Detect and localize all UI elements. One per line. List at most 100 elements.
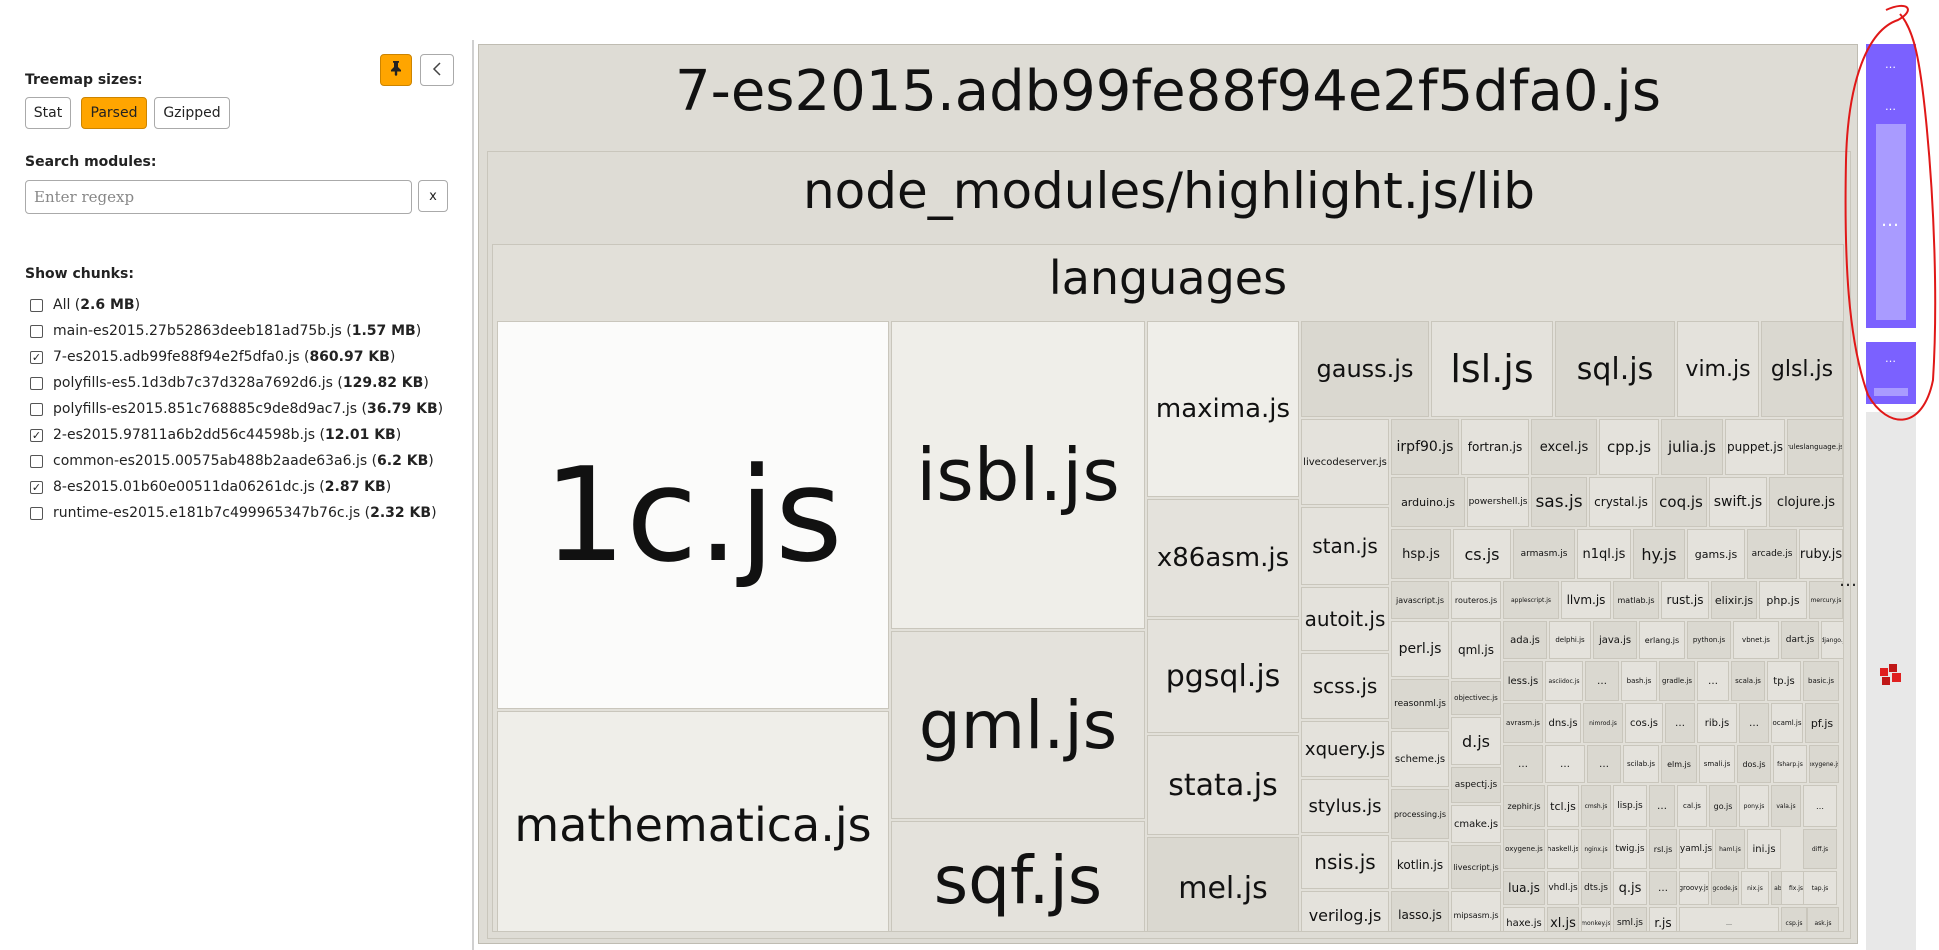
- module-tile[interactable]: cmake.js: [1451, 805, 1501, 843]
- module-tile[interactable]: gams.js: [1687, 529, 1745, 579]
- search-input[interactable]: [25, 180, 412, 214]
- module-tile[interactable]: scilab.js: [1623, 745, 1659, 783]
- module-tile[interactable]: xquery.js: [1301, 721, 1389, 777]
- module-tile[interactable]: yaml.js: [1679, 829, 1713, 869]
- module-tile[interactable]: dns.js: [1545, 703, 1581, 743]
- module-tile[interactable]: rust.js: [1661, 581, 1709, 619]
- module-tile[interactable]: …: [1587, 745, 1621, 783]
- module-tile[interactable]: nix.js: [1741, 871, 1769, 905]
- module-tile[interactable]: armasm.js: [1513, 529, 1575, 579]
- module-tile[interactable]: …: [1545, 745, 1585, 783]
- chunk-item[interactable]: ✓ 2-es2015.97811a6b2dd56c44598b.js (12.01…: [30, 425, 401, 445]
- module-tile[interactable]: dos.js: [1737, 745, 1771, 783]
- module-tile[interactable]: cpp.js: [1599, 419, 1659, 475]
- module-tile[interactable]: arduino.js: [1391, 477, 1465, 527]
- module-tile[interactable]: stylus.js: [1301, 779, 1389, 833]
- module-tile[interactable]: perl.js: [1391, 621, 1449, 677]
- module-tile[interactable]: haskell.js: [1547, 829, 1579, 869]
- module-tile[interactable]: …: [1585, 661, 1619, 701]
- module-tile[interactable]: smali.js: [1699, 745, 1735, 783]
- module-tile[interactable]: javascript.js: [1391, 581, 1449, 619]
- module-tile[interactable]: bash.js: [1621, 661, 1657, 701]
- module-tile[interactable]: mipsasm.js: [1451, 891, 1501, 931]
- module-tile[interactable]: tap.js: [1803, 871, 1837, 905]
- module-tile[interactable]: objectivec.js: [1451, 681, 1501, 715]
- module-tile[interactable]: cs.js: [1453, 529, 1511, 579]
- module-tile[interactable]: twig.js: [1613, 829, 1647, 869]
- module-tile[interactable]: scala.js: [1731, 661, 1765, 701]
- module-tile[interactable]: …: [1503, 745, 1543, 783]
- chunk-checkbox[interactable]: ✓: [30, 480, 43, 494]
- module-tile[interactable]: nginx.js: [1581, 829, 1611, 869]
- module-tile[interactable]: asciidoc.js: [1545, 661, 1583, 701]
- folder-tile[interactable]: node_modules/highlight.js/lib languages …: [487, 151, 1851, 939]
- module-tile[interactable]: java.js: [1593, 621, 1637, 659]
- module-tile[interactable]: vhdl.js: [1547, 871, 1579, 905]
- module-tile[interactable]: aspectj.js: [1451, 767, 1501, 803]
- module-tile[interactable]: haml.js: [1715, 829, 1745, 869]
- module-tile[interactable]: mel.js: [1147, 837, 1299, 931]
- module-tile[interactable]: r.js: [1649, 907, 1677, 931]
- chunk-item[interactable]: All (2.6 MB): [30, 295, 140, 315]
- module-tile[interactable]: applescript.js: [1503, 581, 1559, 619]
- module-tile[interactable]: 1c.js: [497, 321, 889, 709]
- module-tile[interactable]: mathematica.js: [497, 711, 889, 931]
- chunk-checkbox[interactable]: [30, 324, 43, 338]
- module-tile[interactable]: haxe.js: [1503, 907, 1545, 931]
- module-tile[interactable]: sqf.js: [891, 821, 1145, 931]
- module-tile[interactable]: ini.js: [1747, 829, 1781, 869]
- module-tile[interactable]: glsl.js: [1761, 321, 1843, 417]
- module-tile[interactable]: sml.js: [1613, 907, 1647, 931]
- module-tile[interactable]: pgsql.js: [1147, 619, 1299, 733]
- chunk-item[interactable]: polyfills-es2015.851c768885c9de8d9ac7.js…: [30, 399, 443, 419]
- module-tile[interactable]: tp.js: [1767, 661, 1801, 701]
- module-tile[interactable]: livescript.js: [1451, 845, 1501, 889]
- module-tile[interactable]: clojure.js: [1769, 477, 1843, 527]
- module-tile[interactable]: reasonml.js: [1391, 679, 1449, 729]
- clear-search-button[interactable]: x: [418, 180, 448, 212]
- module-tile[interactable]: ocaml.js: [1771, 703, 1803, 743]
- module-tile[interactable]: elixir.js: [1711, 581, 1757, 619]
- treemap[interactable]: 7-es2015.adb99fe88f94e2f5dfa0.js node_mo…: [478, 44, 1858, 944]
- module-tile[interactable]: fortran.js: [1461, 419, 1529, 475]
- module-tile[interactable]: lsl.js: [1431, 321, 1553, 417]
- module-tile[interactable]: …: [1649, 871, 1677, 905]
- module-tile[interactable]: gauss.js: [1301, 321, 1429, 417]
- module-tile[interactable]: lua.js: [1503, 871, 1545, 905]
- module-tile[interactable]: hsp.js: [1391, 529, 1451, 579]
- module-tile[interactable]: gradle.js: [1659, 661, 1695, 701]
- module-tile[interactable]: cal.js: [1677, 785, 1707, 827]
- module-tile[interactable]: zephir.js: [1503, 785, 1545, 827]
- module-tile[interactable]: …: [1803, 785, 1837, 827]
- module-tile[interactable]: …: [1665, 703, 1695, 743]
- module-tile[interactable]: julia.js: [1661, 419, 1723, 475]
- chunk-checkbox[interactable]: [30, 376, 43, 390]
- languages-tile[interactable]: languages 1c.js mathematica.js isbl.js gml.…: [492, 244, 1844, 932]
- chunk-checkbox[interactable]: [30, 298, 43, 312]
- module-tile[interactable]: rib.js: [1697, 703, 1737, 743]
- chunk-checkbox[interactable]: ✓: [30, 428, 43, 442]
- module-tile[interactable]: go.js: [1709, 785, 1737, 827]
- module-tile[interactable]: delphi.js: [1549, 621, 1591, 659]
- module-tile[interactable]: stan.js: [1301, 507, 1389, 585]
- chunk-item[interactable]: common-es2015.00575ab488b2aade63a6.js (6…: [30, 451, 434, 471]
- size-stat-button[interactable]: Stat: [25, 97, 71, 129]
- module-tile[interactable]: erlang.js: [1639, 621, 1685, 659]
- chunk-item[interactable]: main-es2015.27b52863deeb181ad75b.js (1.5…: [30, 321, 421, 341]
- module-tile[interactable]: irpf90.js: [1391, 419, 1459, 475]
- module-tile[interactable]: n1ql.js: [1577, 529, 1631, 579]
- module-tile[interactable]: vbnet.js: [1733, 621, 1779, 659]
- module-tile[interactable]: …: [1739, 703, 1769, 743]
- module-tile[interactable]: d.js: [1451, 717, 1501, 765]
- module-tile[interactable]: processing.js: [1391, 789, 1449, 839]
- size-parsed-button[interactable]: Parsed: [81, 97, 147, 129]
- chunk-checkbox[interactable]: ✓: [30, 350, 43, 364]
- module-tile[interactable]: swift.js: [1709, 477, 1767, 527]
- module-tile[interactable]: dts.js: [1581, 871, 1611, 905]
- module-tile[interactable]: sas.js: [1531, 477, 1587, 527]
- module-tile[interactable]: …: [1649, 785, 1675, 827]
- module-tile[interactable]: mercury.js: [1809, 581, 1843, 619]
- module-tile[interactable]: scss.js: [1301, 653, 1389, 719]
- chunk-checkbox[interactable]: [30, 402, 43, 416]
- module-tile[interactable]: dart.js: [1781, 621, 1819, 659]
